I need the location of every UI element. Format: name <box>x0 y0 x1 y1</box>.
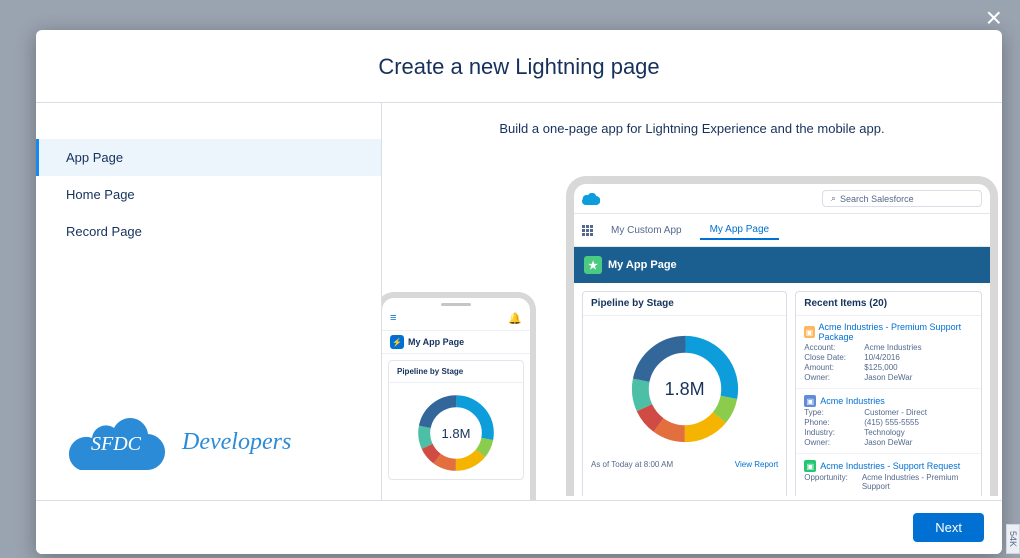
field-value: 10/4/2016 <box>864 353 900 362</box>
field-value: Jason DeWar <box>864 438 912 447</box>
lightning-icon: ⚡ <box>390 335 404 349</box>
phone-speaker <box>441 303 471 306</box>
recent-items-card: Recent Items (20) ▣ Acme Industries - Pre… <box>795 291 982 496</box>
cloud-icon: SFDC <box>62 414 170 470</box>
phone-mock: ≡ 🔔 ⚡ My App Page Pipeline by Stage <box>382 292 536 500</box>
corner-tag: 54K <box>1006 524 1020 554</box>
search-input-mock: ⌕ Search Salesforce <box>822 190 982 207</box>
phone-pipeline-title: Pipeline by Stage <box>389 361 523 383</box>
pipeline-card: Pipeline by Stage <box>582 291 787 496</box>
recent-items-title: Recent Items (20) <box>796 292 981 316</box>
next-button[interactable]: Next <box>913 513 984 542</box>
donut-center-value: 1.8M <box>626 330 744 448</box>
field-label: Industry: <box>804 428 850 437</box>
page-type-sidebar: App Page Home Page Record Page SFDC Deve… <box>36 103 382 500</box>
pipeline-card-title: Pipeline by Stage <box>583 292 786 316</box>
app-launcher-icon <box>582 225 593 236</box>
modal-title: Create a new Lightning page <box>36 30 1002 102</box>
chart-timestamp: As of Today at 8:00 AM <box>591 460 673 469</box>
record-type-icon: ▣ <box>804 460 816 472</box>
field-label: Close Date: <box>804 353 850 362</box>
phone-donut-chart: 1.8M <box>414 391 498 475</box>
field-value: Customer - Direct <box>864 408 927 417</box>
preview-panel: Build a one-page app for Lightning Exper… <box>382 103 1002 500</box>
watermark: SFDC Developers <box>62 414 291 470</box>
page-title: My App Page <box>608 259 677 271</box>
preview-description: Build a one-page app for Lightning Exper… <box>499 121 884 136</box>
field-value: $125,000 <box>864 363 897 372</box>
phone-pipeline-card: Pipeline by Stage 1.8M <box>388 360 524 480</box>
search-placeholder: Search Salesforce <box>840 194 914 204</box>
recent-item: ▣ Acme Industries Type: Customer - Direct Ph… <box>796 389 981 454</box>
field-value: Acme Industries <box>864 343 921 352</box>
recent-item-title: Acme Industries - Premium Support Packag… <box>819 322 973 342</box>
recent-item: ▣ Acme Industries - Support Request Opport… <box>796 454 981 496</box>
recent-item: ▣ Acme Industries - Premium Support Packa… <box>796 316 981 389</box>
page-banner: ★ My App Page <box>574 247 990 283</box>
tab-my-app-page: My App Page <box>700 220 779 240</box>
field-value: Acme Industries - Premium Support <box>862 473 973 491</box>
donut-chart: 1.8M <box>626 330 744 448</box>
phone-page-title: My App Page <box>408 337 464 347</box>
field-label: Amount: <box>804 363 850 372</box>
star-icon: ★ <box>584 256 602 274</box>
field-value: Technology <box>864 428 904 437</box>
field-label: Phone: <box>804 418 850 427</box>
tab-custom-app: My Custom App <box>601 221 692 240</box>
search-icon: ⌕ <box>831 193 836 204</box>
sidebar-item-app-page[interactable]: App Page <box>36 139 381 176</box>
sidebar-item-record-page[interactable]: Record Page <box>36 213 381 250</box>
recent-item-title: Acme Industries <box>820 396 885 406</box>
tablet-mock: ⌕ Search Salesforce My Custom App My App… <box>566 176 998 496</box>
field-value: Jason DeWar <box>864 373 912 382</box>
field-label: Owner: <box>804 373 850 382</box>
view-report-link: View Report <box>735 460 778 469</box>
phone-donut-value: 1.8M <box>414 391 498 475</box>
menu-icon: ≡ <box>390 312 396 325</box>
sidebar-item-home-page[interactable]: Home Page <box>36 176 381 213</box>
field-label: Type: <box>804 408 850 417</box>
record-type-icon: ▣ <box>804 326 814 338</box>
create-page-modal: Create a new Lightning page App Page Hom… <box>36 30 1002 554</box>
field-value: (415) 555-5555 <box>864 418 919 427</box>
bell-icon: 🔔 <box>508 312 522 325</box>
watermark-cloud-text: SFDC <box>62 414 170 470</box>
modal-footer: Next <box>36 500 1002 554</box>
salesforce-logo-icon <box>582 193 600 205</box>
field-label: Opportunity: <box>804 473 848 491</box>
field-label: Account: <box>804 343 850 352</box>
watermark-text: Developers <box>182 429 291 456</box>
recent-item-title: Acme Industries - Support Request <box>820 461 960 471</box>
field-label: Owner: <box>804 438 850 447</box>
close-icon[interactable]: × <box>986 2 1002 34</box>
record-type-icon: ▣ <box>804 395 816 407</box>
